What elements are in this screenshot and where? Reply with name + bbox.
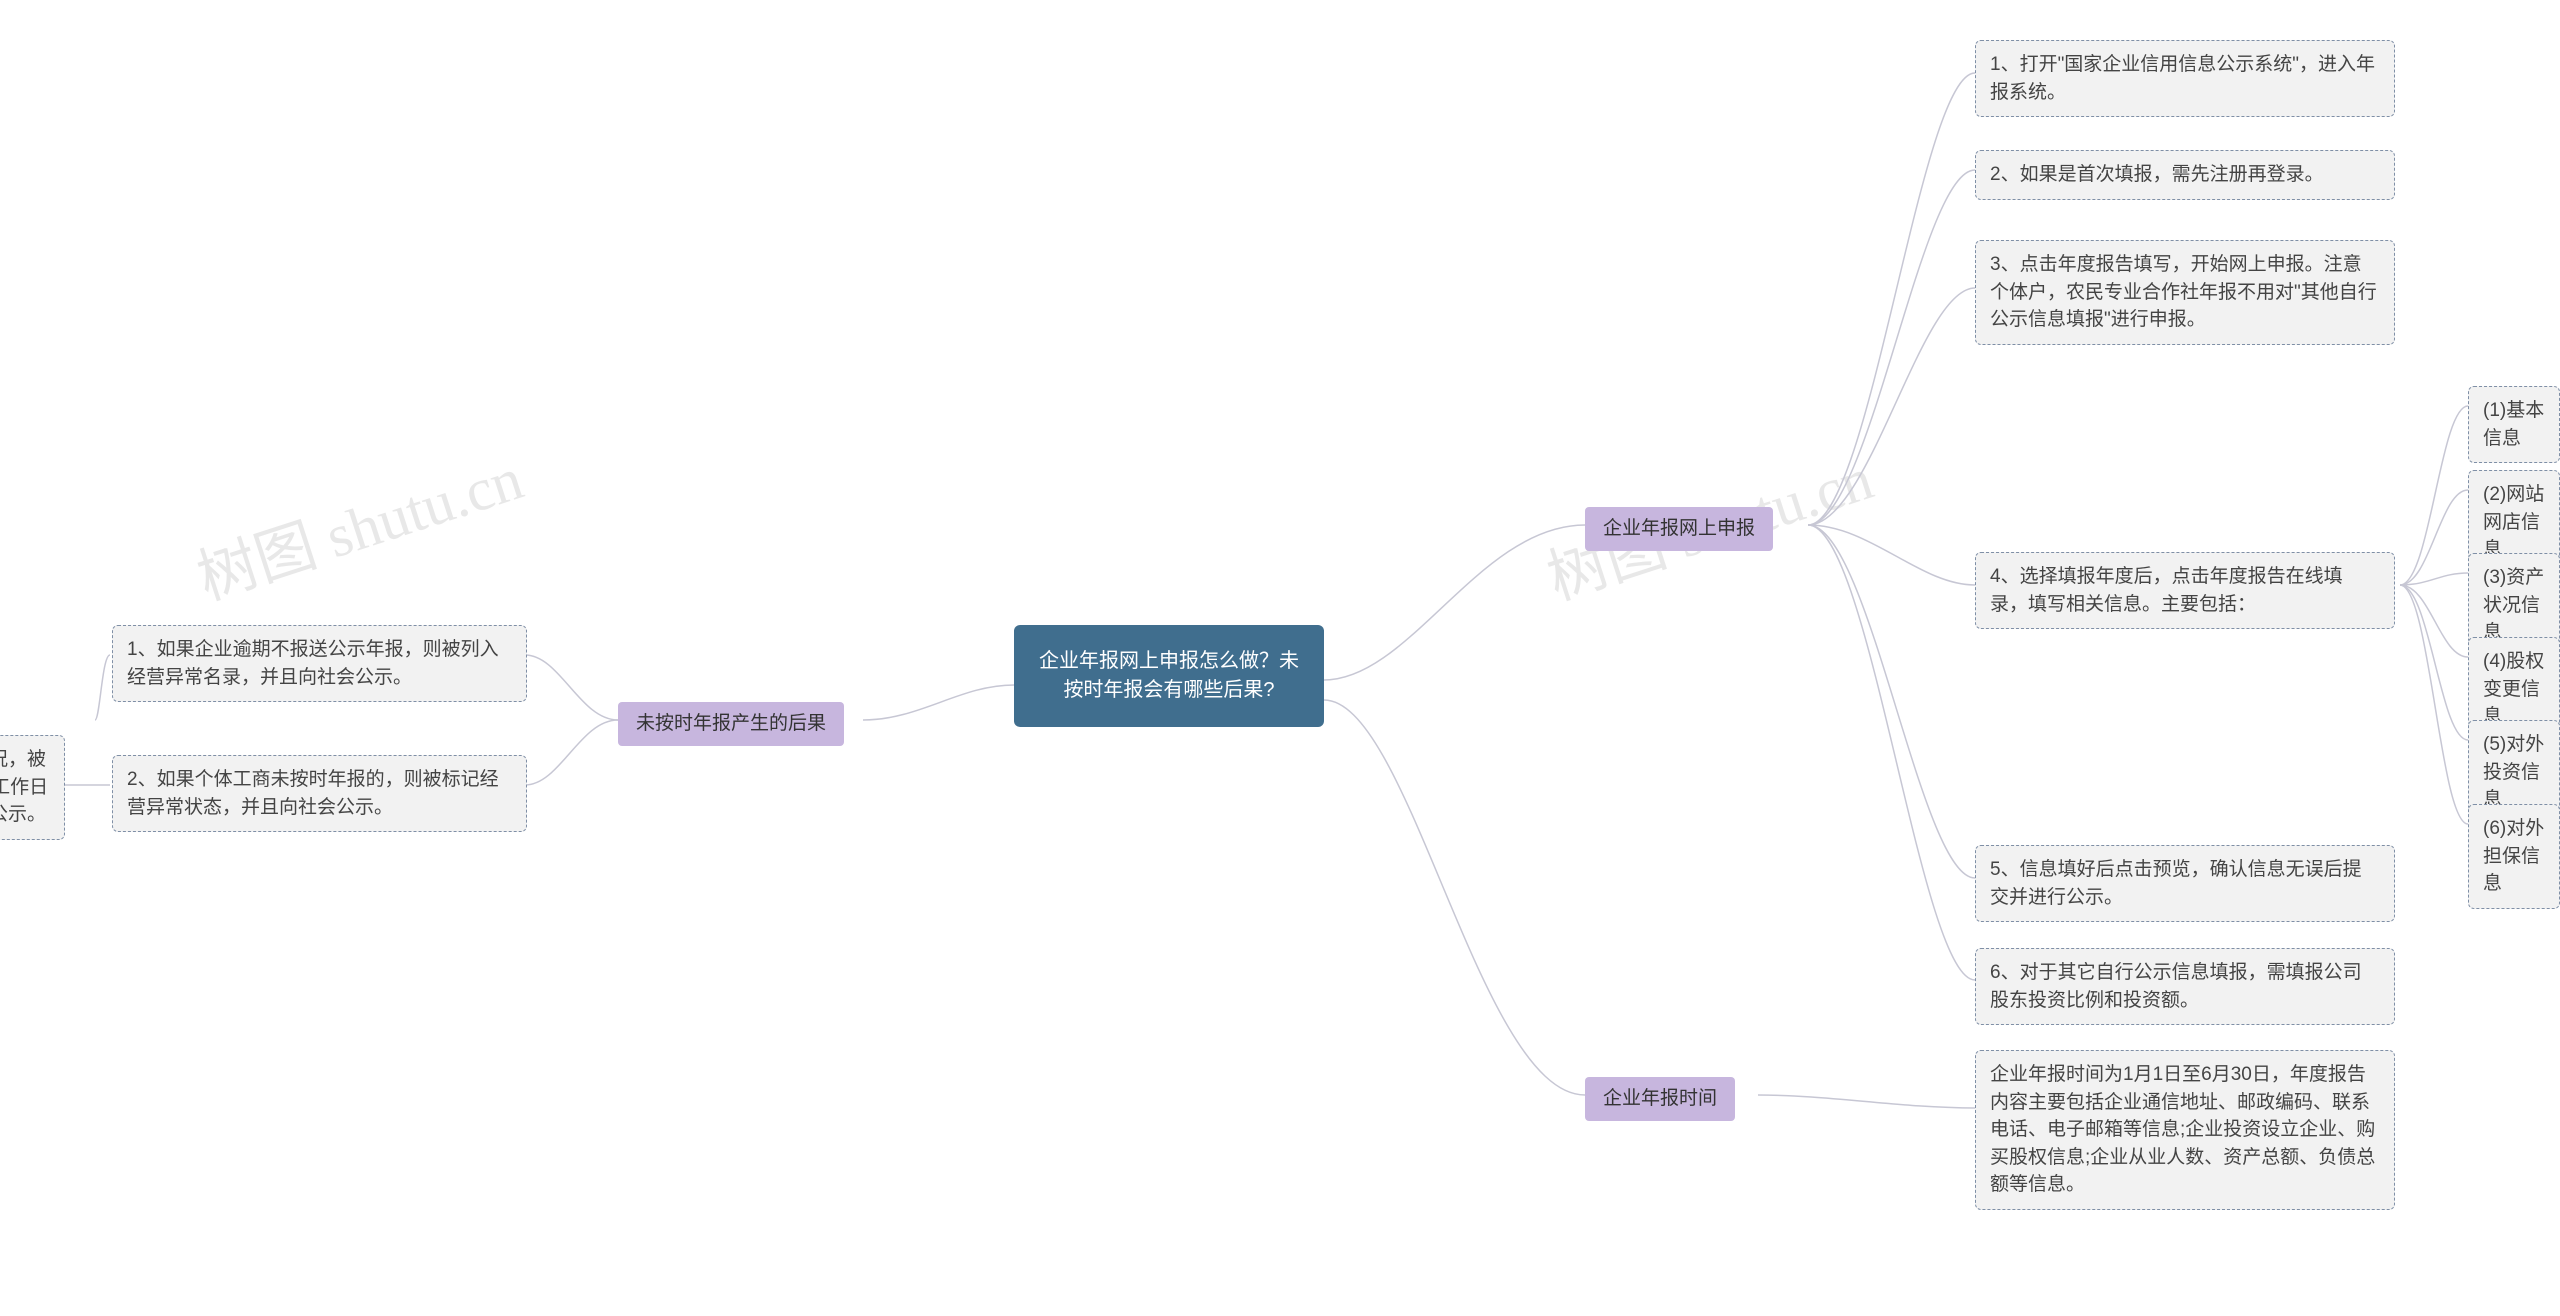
category-consequences[interactable]: 未按时年报产生的后果 <box>618 702 844 746</box>
leaf-step-3[interactable]: 3、点击年度报告填写，开始网上申报。注意个体户，农民专业合作社年报不用对"其他自… <box>1975 240 2395 345</box>
root-node[interactable]: 企业年报网上申报怎么做？未按时年报会有哪些后果? <box>1014 625 1324 727</box>
leaf-step4-sub-6[interactable]: (6)对外担保信息 <box>2468 804 2560 909</box>
leaf-consequence-2[interactable]: 2、如果个体工商未按时年报的，则被标记经营异常状态，并且向社会公示。 <box>112 755 527 832</box>
category-report-time[interactable]: 企业年报时间 <box>1585 1077 1735 1121</box>
watermark-1: 树图 shutu.cn <box>185 430 532 617</box>
category-online-report[interactable]: 企业年报网上申报 <box>1585 507 1773 551</box>
mindmap-canvas: 树图 shutu.cn 树图 shutu.cn <box>0 0 2560 1316</box>
leaf-step-1[interactable]: 1、打开"国家企业信用信息公示系统"，进入年报系统。 <box>1975 40 2395 117</box>
leaf-consequence-note[interactable]: 注意：如果企业报送年报隐瞒真实情况，被工商行政管理部门查实后，将在10个工作日内… <box>0 735 65 840</box>
leaf-step-6[interactable]: 6、对于其它自行公示信息填报，需填报公司股东投资比例和投资额。 <box>1975 948 2395 1025</box>
leaf-step-5[interactable]: 5、信息填好后点击预览，确认信息无误后提交并进行公示。 <box>1975 845 2395 922</box>
leaf-step-4[interactable]: 4、选择填报年度后，点击年度报告在线填录，填写相关信息。主要包括： <box>1975 552 2395 629</box>
leaf-report-time-text[interactable]: 企业年报时间为1月1日至6月30日，年度报告内容主要包括企业通信地址、邮政编码、… <box>1975 1050 2395 1210</box>
leaf-step-2[interactable]: 2、如果是首次填报，需先注册再登录。 <box>1975 150 2395 200</box>
leaf-consequence-1[interactable]: 1、如果企业逾期不报送公示年报，则被列入经营异常名录，并且向社会公示。 <box>112 625 527 702</box>
leaf-step4-sub-1[interactable]: (1)基本信息 <box>2468 386 2560 463</box>
